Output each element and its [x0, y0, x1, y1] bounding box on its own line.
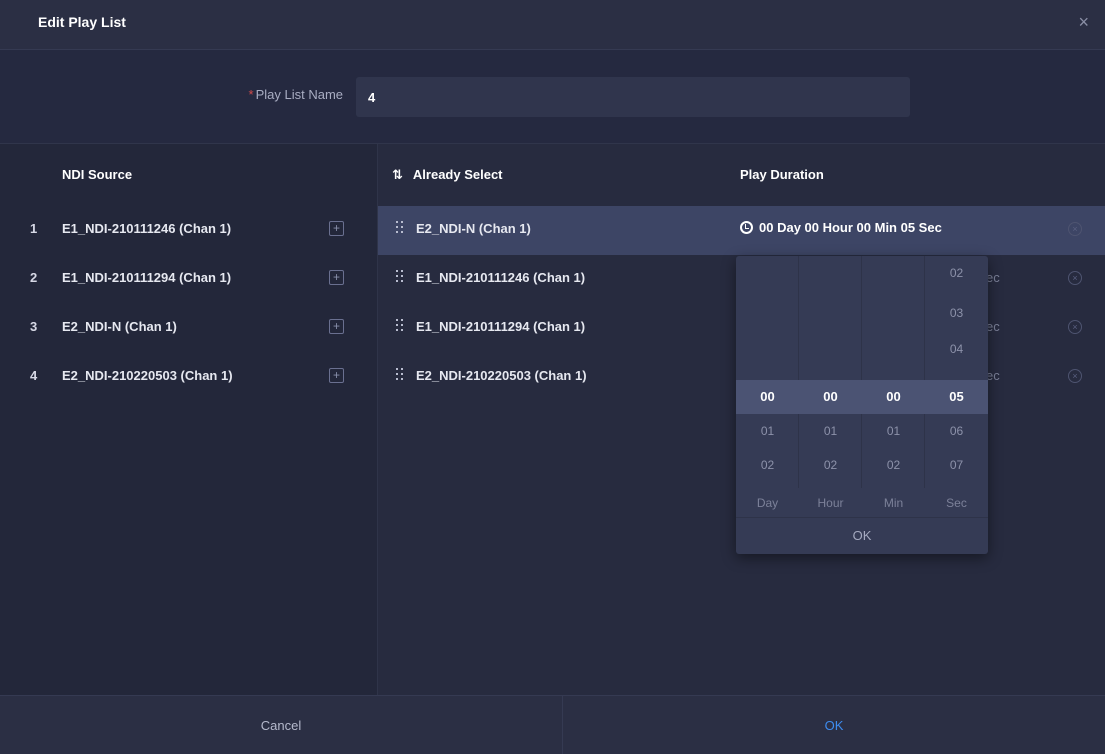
sort-icon[interactable]: ⇅	[392, 144, 403, 206]
play-list-name-row: * Play List Name	[0, 50, 1105, 144]
dialog-header: Edit Play List ×	[0, 0, 1105, 50]
picker-min-option[interactable]: 00	[862, 380, 925, 414]
picker-sec-option[interactable]: 06	[925, 414, 988, 448]
picker-sec-option[interactable]: 03	[925, 296, 988, 330]
picker-hour-option[interactable]: 00	[799, 380, 862, 414]
picker-unit-min: Min	[883, 496, 904, 510]
duration-value[interactable]: ec	[986, 270, 1000, 285]
play-duration-field[interactable]: 00 Day 00 Hour 00 Min 05 Sec	[740, 220, 942, 235]
source-index: 3	[30, 319, 38, 334]
selected-name: E2_NDI-210220503 (Chan 1)	[416, 368, 587, 383]
clock-icon	[740, 221, 753, 234]
name-label-text: Play List Name	[255, 87, 343, 102]
add-source-icon[interactable]: +	[329, 368, 344, 383]
add-source-icon[interactable]: +	[329, 270, 344, 285]
source-name: E2_NDI-210220503 (Chan 1)	[62, 368, 233, 383]
remove-icon[interactable]: ×	[1068, 271, 1082, 285]
duration-time-picker: 00 01 02 00 01 02 00 01 02 02 03 04 05 0…	[736, 256, 988, 554]
duration-value[interactable]: ec	[986, 368, 1000, 383]
picker-ok-button[interactable]: OK	[736, 519, 988, 554]
play-list-name-label: * Play List Name	[249, 87, 343, 102]
picker-sec-column[interactable]: 02 03 04 05 06 07	[925, 256, 988, 488]
ndi-source-item: 3 E2_NDI-N (Chan 1) +	[0, 304, 378, 353]
source-name: E2_NDI-N (Chan 1)	[62, 319, 177, 334]
selected-name: E2_NDI-N (Chan 1)	[416, 221, 531, 236]
already-select-header: ⇅ Already Select	[392, 144, 503, 206]
play-list-name-input[interactable]	[356, 77, 910, 117]
close-icon[interactable]: ×	[1078, 12, 1089, 33]
picker-unit-sec: Sec	[946, 496, 967, 510]
required-mark: *	[248, 87, 254, 102]
source-index: 1	[30, 221, 38, 236]
edit-play-list-dialog: Edit Play List × *Play List Name NDI Sou…	[0, 0, 1105, 754]
picker-sec-option[interactable]: 07	[925, 448, 988, 482]
picker-unit-labels: Day Hour Min Sec	[736, 488, 988, 518]
source-index: 2	[30, 270, 38, 285]
drag-handle-icon[interactable]	[396, 319, 404, 335]
picker-unit-day: Day	[756, 496, 779, 510]
picker-day-column[interactable]: 00 01 02	[736, 256, 799, 488]
ndi-source-panel: NDI Source 1 E1_NDI-210111246 (Chan 1) +…	[0, 144, 378, 695]
picker-unit-hour: Hour	[817, 496, 844, 510]
add-source-icon[interactable]: +	[329, 319, 344, 334]
remove-icon[interactable]: ×	[1068, 369, 1082, 383]
play-duration-header: Play Duration	[740, 167, 824, 182]
selected-name: E1_NDI-210111294 (Chan 1)	[416, 319, 586, 334]
picker-hour-option[interactable]: 02	[799, 448, 862, 482]
already-select-label: Already Select	[412, 167, 503, 182]
cancel-button[interactable]: Cancel	[0, 696, 563, 754]
add-source-icon[interactable]: +	[329, 221, 344, 236]
picker-min-option[interactable]: 02	[862, 448, 925, 482]
picker-sec-option[interactable]: 02	[925, 256, 988, 290]
picker-min-option[interactable]: 01	[862, 414, 925, 448]
selected-item[interactable]: E2_NDI-N (Chan 1) 00 Day 00 Hour 00 Min …	[378, 206, 1105, 255]
ok-button[interactable]: OK	[563, 696, 1105, 754]
picker-day-option[interactable]: 00	[736, 380, 799, 414]
remove-icon[interactable]: ×	[1068, 320, 1082, 334]
ndi-source-item: 2 E1_NDI-210111294 (Chan 1) +	[0, 255, 378, 304]
ndi-source-item: 4 E2_NDI-210220503 (Chan 1) +	[0, 353, 378, 402]
dialog-title: Edit Play List	[38, 14, 126, 30]
picker-sec-option[interactable]: 04	[925, 332, 988, 366]
source-name: E1_NDI-210111294 (Chan 1)	[62, 270, 232, 285]
ndi-source-header: NDI Source	[62, 167, 133, 182]
duration-value: 00 Day 00 Hour 00 Min 05 Sec	[759, 220, 942, 235]
source-index: 4	[30, 368, 38, 383]
source-name: E1_NDI-210111246 (Chan 1)	[62, 221, 232, 236]
ndi-source-item: 1 E1_NDI-210111246 (Chan 1) +	[0, 206, 378, 255]
selected-name: E1_NDI-210111246 (Chan 1)	[416, 270, 586, 285]
picker-min-column[interactable]: 00 01 02	[862, 256, 925, 488]
drag-handle-icon[interactable]	[396, 221, 404, 237]
picker-hour-option[interactable]: 01	[799, 414, 862, 448]
picker-day-option[interactable]: 02	[736, 448, 799, 482]
drag-handle-icon[interactable]	[396, 368, 404, 384]
picker-sec-option[interactable]: 05	[925, 380, 988, 414]
drag-handle-icon[interactable]	[396, 270, 404, 286]
duration-value[interactable]: ec	[986, 319, 1000, 334]
remove-icon[interactable]: ×	[1068, 222, 1082, 236]
picker-hour-column[interactable]: 00 01 02	[799, 256, 862, 488]
dialog-footer: Cancel OK	[0, 695, 1105, 754]
picker-day-option[interactable]: 01	[736, 414, 799, 448]
